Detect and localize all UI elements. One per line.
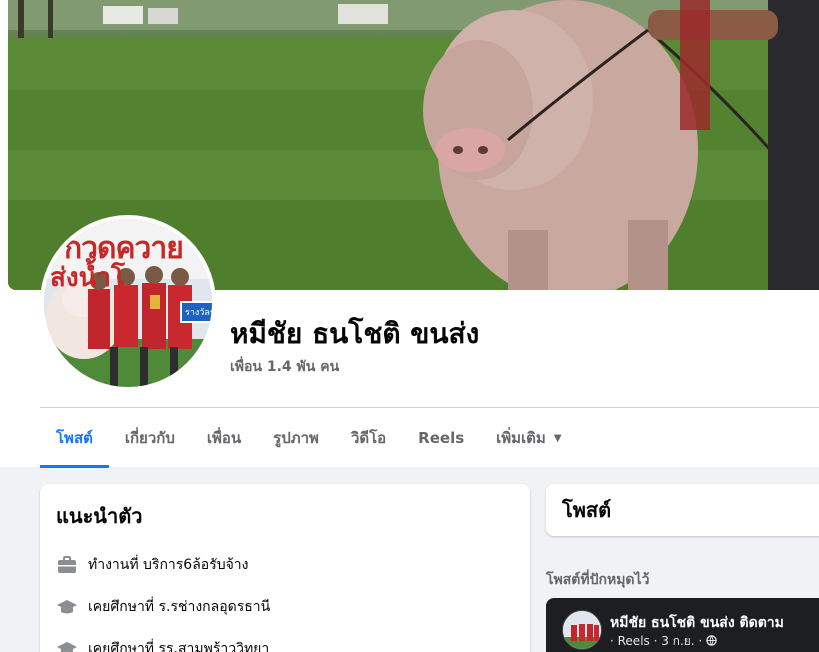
reel-meta-text: · Reels · 3 ก.ย. · [610, 634, 703, 648]
tab-videos[interactable]: วิดีโอ [335, 408, 402, 468]
graduation-cap-icon [56, 638, 78, 652]
profile-tabs: โพสต์ เกี่ยวกับ เพื่อน รูปภาพ วิดีโอ Ree… [40, 408, 578, 468]
reel-meta: · Reels · 3 ก.ย. · [610, 632, 717, 651]
tab-label: วิดีโอ [350, 429, 387, 447]
intro-education-item: เคยศึกษาที่ ร.รช่างกลอุดรธานี [56, 586, 514, 628]
posts-header-card: โพสต์ [546, 484, 819, 536]
tab-label: เพื่อน [206, 429, 242, 447]
tab-label: เพิ่มเติม [496, 429, 546, 447]
pinned-reel-card[interactable]: หมีชัย ธนโชติ ขนส่ง ติดตาม · Reels · 3 ก… [546, 598, 819, 652]
graduation-cap-icon [56, 596, 78, 618]
tab-label: เกี่ยวกับ [124, 429, 175, 447]
posts-title: โพสต์ [562, 498, 612, 522]
friend-count-link[interactable]: เพื่อน 1.4 พัน คน [230, 356, 339, 378]
avatar-award-sign: รางวัลชน [180, 301, 212, 323]
avatar-banner-text-2: ส่งน้ำโ [50, 263, 125, 293]
tab-reels[interactable]: Reels [402, 408, 480, 468]
intro-card: แนะนำตัว ทำงานที่ บริการ6ล้อรับจ้าง เคยศ… [40, 484, 530, 652]
intro-work-text: ทำงานที่ บริการ6ล้อรับจ้าง [88, 557, 249, 573]
avatar-photo: กวดควาย ส่งน้ำโ รางวัลชน [44, 219, 212, 387]
profile-name: หมีชัย ธนโชติ ขนส่ง [230, 317, 480, 350]
tab-posts[interactable]: โพสต์ [40, 408, 109, 468]
tab-friends[interactable]: เพื่อน [191, 408, 257, 468]
avatar[interactable] [562, 610, 602, 650]
intro-education-text: เคยศึกษาที่ รร.สามพร้าววิทยา [88, 641, 270, 652]
tab-about[interactable]: เกี่ยวกับ [109, 408, 191, 468]
intro-education-text: เคยศึกษาที่ ร.รช่างกลอุดรธานี [88, 599, 271, 615]
globe-icon [706, 634, 717, 648]
tab-label: โพสต์ [56, 429, 93, 447]
briefcase-icon [56, 554, 78, 576]
intro-education-item: เคยศึกษาที่ รร.สามพร้าววิทยา [56, 628, 514, 652]
intro-work-item: ทำงานที่ บริการ6ล้อรับจ้าง [56, 544, 514, 586]
intro-title: แนะนำตัว [56, 504, 143, 528]
caret-down-icon: ▼ [553, 432, 562, 444]
pinned-posts-label: โพสต์ที่ปักหมุดไว้ [546, 572, 650, 588]
tab-more[interactable]: เพิ่มเติม ▼ [480, 408, 577, 468]
profile-avatar[interactable]: กวดควาย ส่งน้ำโ รางวัลชน [40, 215, 216, 391]
tab-photos[interactable]: รูปภาพ [257, 408, 335, 468]
tab-label: รูปภาพ [273, 429, 319, 447]
tab-label: Reels [418, 429, 465, 447]
reel-author-line[interactable]: หมีชัย ธนโชติ ขนส่ง ติดตาม [610, 612, 784, 634]
